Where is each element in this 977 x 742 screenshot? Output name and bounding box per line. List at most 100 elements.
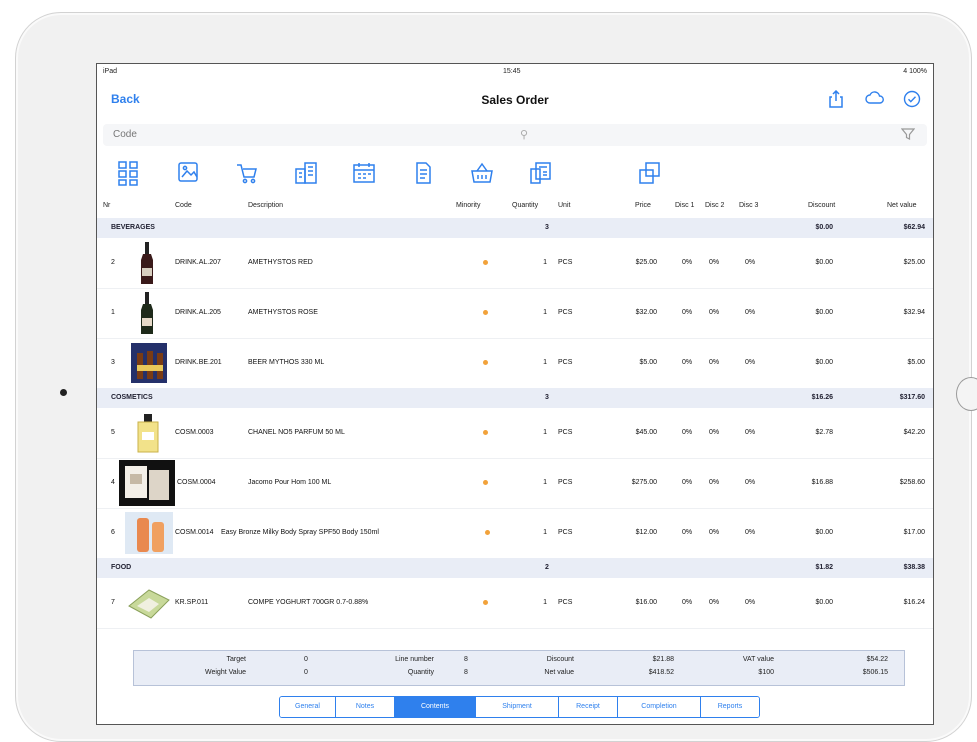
row-quantity: 1 [543, 429, 547, 436]
row-description: COMPE YOGHURT 700GR 0.7-0.88% [248, 599, 369, 606]
row-unit: PCS [558, 429, 573, 436]
group-row[interactable]: BEVERAGES 3 $0.00 $62.94 [97, 218, 933, 238]
row-discount: $0.00 [815, 309, 833, 316]
home-button[interactable] [956, 377, 977, 411]
status-bar: iPad 15:45 4 100% [97, 64, 933, 80]
group-name: COSMETICS [111, 394, 153, 401]
group-net: $38.38 [903, 564, 925, 571]
group-row[interactable]: COSMETICS 3 $16.26 $317.60 [97, 388, 933, 408]
row-disc2: 0% [709, 359, 720, 366]
tab-completion[interactable]: Completion [618, 697, 701, 717]
row-price: $32.00 [635, 309, 657, 316]
table-header: Nr Code Description Minority Quantity Un… [97, 198, 933, 214]
summary-value: $418.52 [648, 669, 674, 676]
table-row[interactable]: 6 COSM.0014 Easy Bronze Milky Body Spray… [97, 508, 933, 559]
tab-reports[interactable]: Reports [701, 697, 759, 717]
row-disc1: 0% [682, 259, 693, 266]
row-description: BEER MYTHOS 330 ML [248, 359, 325, 366]
summary-label: Quantity [407, 669, 434, 676]
basket-icon[interactable] [469, 160, 495, 190]
calendar-icon[interactable] [351, 160, 377, 190]
tab-shipment[interactable]: Shipment [476, 697, 559, 717]
search-bar[interactable]: Code ⚲ [103, 124, 927, 146]
tab-receipt[interactable]: Receipt [559, 697, 618, 717]
summary-label: VAT value [742, 656, 774, 663]
product-thumbnail [119, 460, 175, 506]
copy-documents-icon[interactable] [637, 160, 663, 190]
row-discount: $0.00 [815, 359, 833, 366]
summary-total: $506.15 [862, 669, 888, 676]
row-price: $275.00 [631, 479, 657, 486]
search-icon: ⚲ [520, 129, 529, 141]
tab-notes[interactable]: Notes [336, 697, 395, 717]
tab-general[interactable]: General [280, 697, 336, 717]
row-disc1: 0% [682, 479, 693, 486]
row-net: $5.00 [907, 359, 925, 366]
cloud-sync-icon[interactable] [865, 90, 884, 108]
minority-indicator [483, 310, 488, 315]
row-disc1: 0% [682, 309, 693, 316]
table-row[interactable]: 5 COSM.0003 CHANEL NO5 PARFUM 50 ML 1 PC… [97, 408, 933, 459]
summary-value: 8 [464, 656, 468, 663]
column-header: Disc 3 [739, 202, 759, 209]
product-thumbnail [128, 589, 170, 619]
clock: 15:45 [503, 68, 521, 75]
row-quantity: 1 [543, 259, 547, 266]
row-price: $25.00 [635, 259, 657, 266]
camera-dot [60, 389, 67, 396]
row-code: DRINK.BE.201 [175, 359, 222, 366]
report-icon[interactable] [528, 160, 554, 190]
table-row[interactable]: 1 DRINK.AL.205 AMETHYSTOS ROSE 1 PCS $32… [97, 288, 933, 339]
grid-view-icon[interactable] [116, 160, 142, 190]
column-header: Code [175, 202, 192, 209]
row-nr: 1 [111, 309, 115, 316]
column-header: Unit [558, 202, 571, 209]
row-disc1: 0% [682, 359, 693, 366]
table-row[interactable]: 3 DRINK.BE.201 BEER MYTHOS 330 ML 1 PCS … [97, 338, 933, 389]
row-unit: PCS [558, 259, 573, 266]
row-nr: 2 [111, 259, 115, 266]
share-icon[interactable] [827, 89, 845, 108]
row-discount: $16.88 [811, 479, 833, 486]
group-name: FOOD [111, 564, 132, 571]
column-header: Net value [887, 202, 917, 209]
row-price: $16.00 [635, 599, 657, 606]
table-row[interactable]: 2 DRINK.AL.207 AMETHYSTOS RED 1 PCS $25.… [97, 238, 933, 289]
product-thumbnail [131, 343, 167, 383]
cart-icon[interactable] [234, 160, 260, 190]
row-disc3: 0% [745, 479, 756, 486]
group-row[interactable]: FOOD 2 $1.82 $38.38 [97, 558, 933, 578]
document-list-icon[interactable] [410, 160, 436, 190]
column-header: Disc 2 [705, 202, 725, 209]
row-disc2: 0% [709, 599, 720, 606]
row-disc3: 0% [745, 309, 756, 316]
row-quantity: 1 [543, 359, 547, 366]
buildings-icon[interactable] [293, 160, 319, 190]
table-row[interactable]: 7 KR.SP.011 COMPE YOGHURT 700GR 0.7-0.88… [97, 578, 933, 629]
row-price: $45.00 [635, 429, 657, 436]
column-header: Minority [456, 202, 481, 209]
row-disc3: 0% [745, 359, 756, 366]
filter-icon[interactable] [900, 127, 916, 144]
row-code: DRINK.AL.207 [175, 259, 221, 266]
table-row[interactable]: 4 COSM.0004 Jacomo Pour Hom 100 ML 1 PCS… [97, 458, 933, 509]
column-header: Quantity [512, 202, 539, 209]
tab-contents[interactable]: Contents [395, 697, 476, 717]
group-count: 2 [545, 564, 549, 571]
checkmark-circle-icon[interactable] [903, 90, 921, 108]
row-description: AMETHYSTOS RED [248, 259, 313, 266]
ipad-frame: iPad 15:45 4 100% Back Sales Order Code … [15, 12, 977, 742]
row-disc1: 0% [682, 529, 693, 536]
row-nr: 7 [111, 599, 115, 606]
row-code: DRINK.AL.205 [175, 309, 221, 316]
row-unit: PCS [558, 479, 573, 486]
battery-status: 4 100% [903, 68, 927, 75]
summary-label: Line number [395, 656, 434, 663]
row-net: $16.24 [903, 599, 925, 606]
column-header: Price [635, 202, 651, 209]
row-nr: 6 [111, 529, 115, 536]
app-screen: iPad 15:45 4 100% Back Sales Order Code … [96, 63, 934, 725]
search-input[interactable]: Code [113, 129, 137, 140]
image-catalog-icon[interactable] [176, 160, 202, 190]
row-discount: $0.00 [815, 599, 833, 606]
